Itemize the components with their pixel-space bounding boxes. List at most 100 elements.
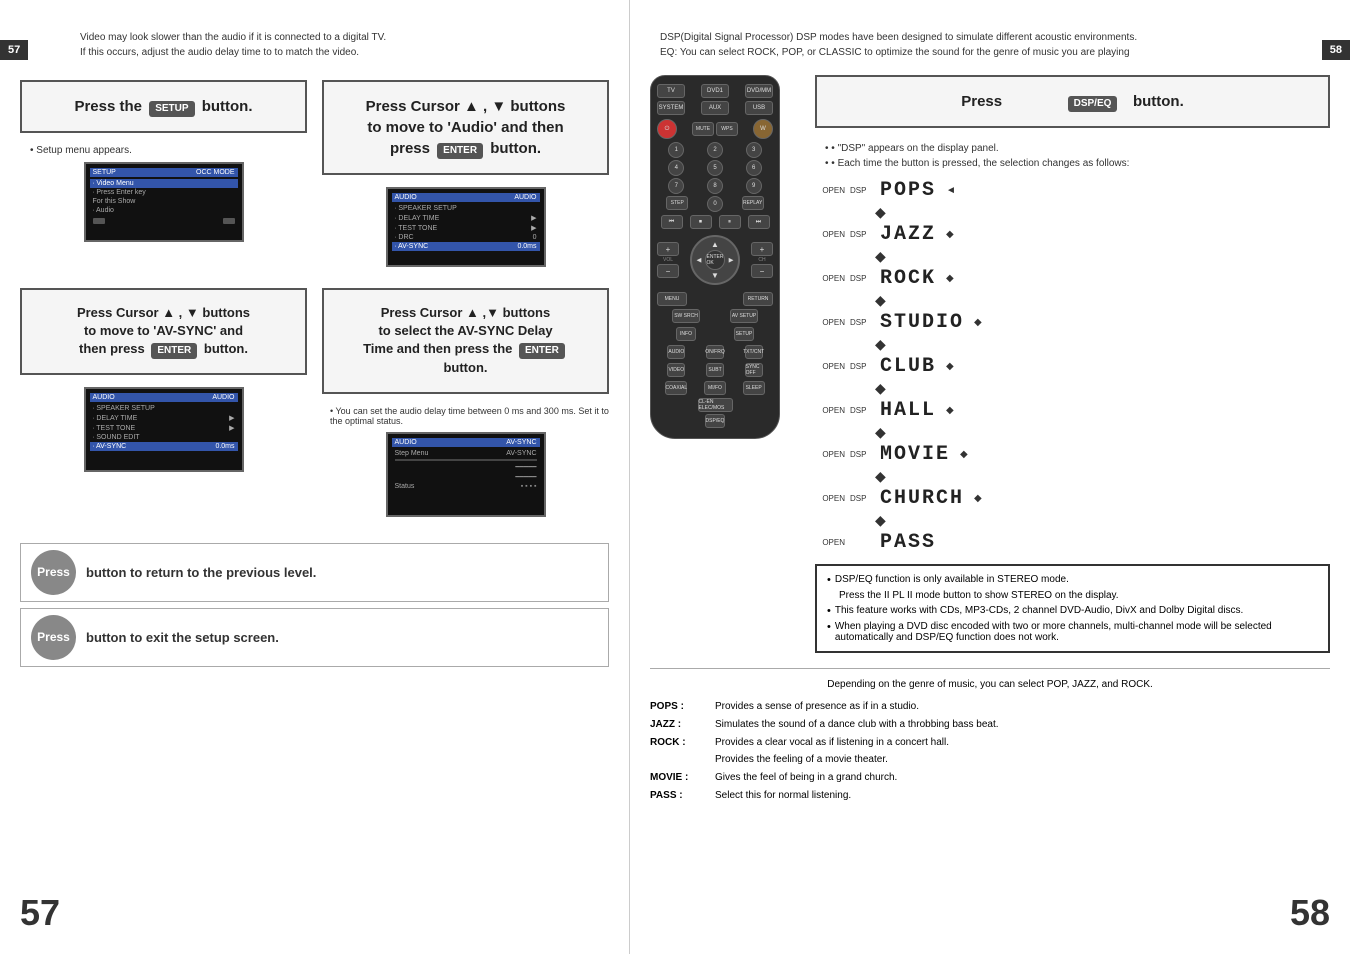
remote-col: TV DVD1 DVD/MM SYSTEM AUX USB ⏻ MUTE [650,75,795,653]
enter-button-label-3: ENTER [151,343,197,359]
step4-col: Press Cursor ▲ ,▼ buttons to select the … [322,288,609,523]
bottom-press-section: Press button to return to the previous l… [20,543,609,667]
num7-btn[interactable]: 7 [668,178,684,194]
genre-intro: Depending on the genre of music, you can… [650,679,1330,690]
enter-button-label-4: ENTER [519,343,565,359]
tv-btn[interactable]: TV [657,84,685,98]
step4-bullet: • You can set the audio delay time betwe… [330,406,609,426]
genre-pops: POPS : Provides a sense of presence as i… [650,698,1330,715]
right-page: 58 DSP(Digital Signal Processor) DSP mod… [630,0,1350,954]
screen-mockup-1: SETUP OCC MODE ∙ Video Menu ∙ Press Ente… [84,162,244,242]
txt-cnt-btn[interactable]: TXT/CNT [745,345,763,359]
dsp-info-col: Press DSP/EQ button. • "DSP" appears on … [815,75,1330,653]
press-return-circle: Press [31,550,76,595]
num9-btn[interactable]: 9 [746,178,762,194]
press-return-row: Press button to return to the previous l… [20,543,609,602]
num4-btn[interactable]: 4 [668,160,684,176]
ch-down-btn[interactable]: − [751,264,773,278]
dsp-modes-display: OPEN DSP POPS ◄ ◆ OPEN DSP JAZZ ◆ ◆ OP [815,179,1330,554]
step1-box: Press the SETUP button. [20,80,307,133]
screen-mockup-4: AUDIO AV-SYNC Step Menu AV-SYNC ━━━━━ [386,432,546,517]
video-btn[interactable]: VIDEO [667,363,685,377]
usb-btn[interactable]: USB [745,101,773,115]
step3-col: Press Cursor ▲ , ▼ buttons to move to 'A… [20,288,307,523]
bottom-two-cols: Press Cursor ▲ , ▼ buttons to move to 'A… [20,288,609,523]
note-2: • This feature works with CDs, MP3-CDs, … [827,605,1318,617]
num1-btn[interactable]: 1 [668,142,684,158]
genre-movie: MOVIE : Gives the feel of being in a gra… [650,769,1330,786]
system-btn[interactable]: SYSTEM [657,101,685,115]
press-menu-circle: Press [31,615,76,660]
dsp-mode-rock: OPEN DSP ROCK ◆ [815,267,1330,290]
step-btn[interactable]: STEP [666,196,688,210]
top-two-cols: Press the SETUP button. Setup menu appea… [20,80,609,273]
vol-down-btn[interactable]: − [657,264,679,278]
av-setup-btn[interactable]: AV SETUP [730,309,758,323]
sw-search-btn[interactable]: SW SRCH [672,309,700,323]
info-btn[interactable]: INFO [676,327,696,341]
page-tab-57: 57 [0,40,28,60]
sync-off-btn[interactable]: SYNC OFF [745,363,763,377]
dsp-mode-pops: OPEN DSP POPS ◄ [815,179,1330,202]
dsp-mode-club: OPEN DSP CLUB ◆ [815,355,1330,378]
step1-bullet: Setup menu appears. [30,145,307,156]
num3-btn[interactable]: 3 [746,142,762,158]
right-main-section: TV DVD1 DVD/MM SYSTEM AUX USB ⏻ MUTE [650,75,1330,653]
stop-btn[interactable]: ⏹ [690,215,712,229]
right-info-text: DSP(Digital Signal Processor) DSP modes … [660,30,1330,60]
step1-instruction: Press the SETUP button. [74,98,252,115]
num6-btn[interactable]: 6 [746,160,762,176]
genre-list: POPS : Provides a sense of presence as i… [650,698,1330,804]
num2-btn[interactable]: 2 [707,142,723,158]
sleep-btn[interactable]: SLEEP [743,381,765,395]
power-btn[interactable]: ⏻ [657,119,677,139]
dsp-mode-movie: OPEN DSP MOVIE ◆ [815,443,1330,466]
dsp-instruction: Press DSP/EQ button. [961,93,1184,110]
press-menu-row: Press button to exit the setup screen. [20,608,609,667]
page-tab-58: 58 [1322,40,1350,60]
step3-instruction: Press Cursor ▲ , ▼ buttons to move to 'A… [77,305,250,356]
mifo-btn[interactable]: MI/FO [704,381,726,395]
num5-btn[interactable]: 5 [707,160,723,176]
wps-btn[interactable]: WPS [716,122,738,136]
num8-btn[interactable]: 8 [707,178,723,194]
aux-btn[interactable]: AUX [701,101,729,115]
coaxial-btn[interactable]: COAXIAL [665,381,687,395]
enter-nav-btn[interactable]: ENTEROK [705,250,725,270]
dsp-mode-jazz: OPEN DSP JAZZ ◆ [815,223,1330,246]
on-frq-btn[interactable]: ON/FRQ [706,345,724,359]
note-1-sub: Press the II PL II mode button to show S… [839,590,1318,601]
setup-btn[interactable]: SETUP [734,327,754,341]
enter-button-label-2: ENTER [437,143,483,159]
dsp-bullet-2: • Each time the button is pressed, the s… [825,158,1330,169]
num0-btn[interactable]: 0 [707,196,723,212]
prev-btn[interactable]: ⏮ [661,215,683,229]
vol-up-btn[interactable]: + [657,242,679,256]
genre-rock: ROCK : Provides a clear vocal as if list… [650,734,1330,768]
dvd1-btn[interactable]: DVD1 [701,84,729,98]
return-btn[interactable]: RETURN [743,292,773,306]
mute-btn[interactable]: MUTE [692,122,714,136]
nav-circle[interactable]: ▲ ▼ ◄ ► ENTEROK [690,235,740,285]
dvdmm-btn[interactable]: DVD/MM [745,84,773,98]
next-btn[interactable]: ⏭ [748,215,770,229]
left-info-note: Video may look slower than the audio if … [80,30,609,60]
replay-btn[interactable]: REPLAY [742,196,764,210]
dsp-mode-hall: OPEN DSP HALL ◆ [815,399,1330,422]
ch-up-btn[interactable]: + [751,242,773,256]
left-page: 57 Video may look slower than the audio … [0,0,630,954]
audio-btn[interactable]: AUDIO [667,345,685,359]
page-number-57: 57 [20,892,60,934]
screen-mockup-3: AUDIO AUDIO ∙ SPEAKER SETUP ∙ DELAY TIME… [84,387,244,472]
cl-en-btn[interactable]: CL-EN ELEC/MOS [698,398,733,412]
dsp-eq-btn[interactable]: DSP/EQ [705,414,725,428]
genre-section: Depending on the genre of music, you can… [650,668,1330,804]
dsp-mode-pass: OPEN PASS [815,531,1330,554]
wifi-btn[interactable]: W [753,119,773,139]
menu-btn[interactable]: MENU [657,292,687,306]
page-container: 57 Video may look slower than the audio … [0,0,1350,954]
pause-btn[interactable]: ⏸ [719,215,741,229]
step1-col: Press the SETUP button. Setup menu appea… [20,80,307,273]
press-return-text: button to return to the previous level. [86,565,316,580]
subt-btn[interactable]: SUBT [706,363,724,377]
